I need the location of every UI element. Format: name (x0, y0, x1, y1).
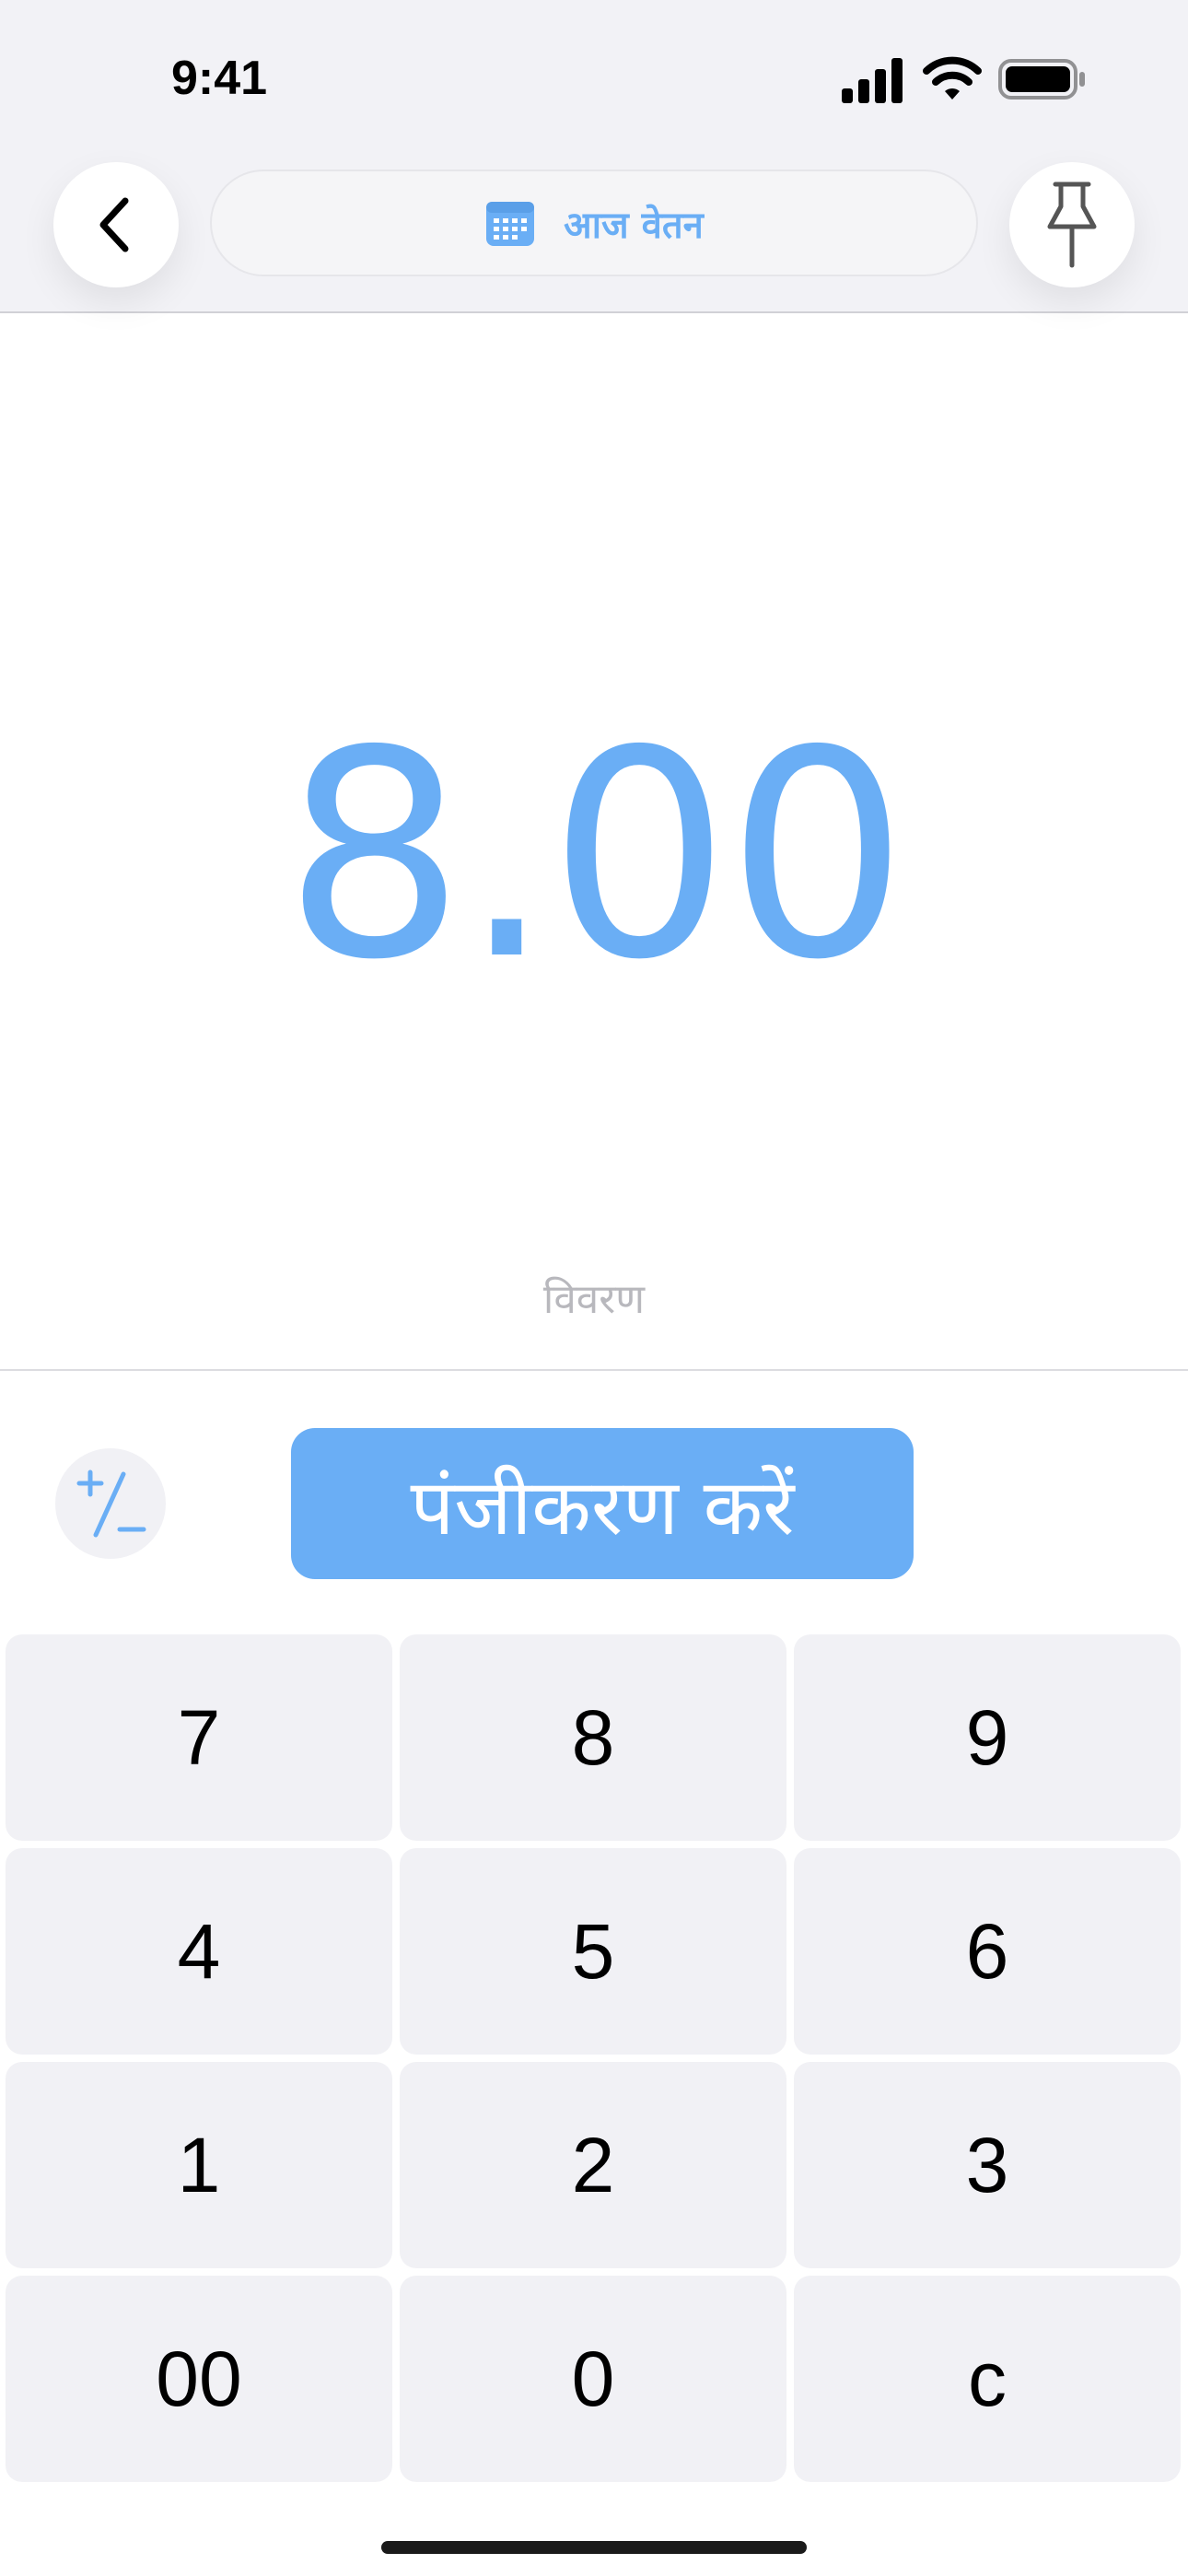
divider (0, 1369, 1188, 1371)
amount-display[interactable]: 8.00 (0, 700, 1188, 1013)
key-5[interactable]: 5 (400, 1848, 786, 2055)
status-icons (840, 55, 1087, 103)
plus-minus-icon (76, 1469, 146, 1538)
key-clear[interactable]: c (794, 2276, 1181, 2482)
cellular-signal-icon (842, 58, 903, 103)
key-7[interactable]: 7 (6, 1634, 392, 1841)
home-indicator[interactable] (381, 2541, 807, 2554)
calendar-icon (486, 202, 535, 246)
sign-toggle-button[interactable] (55, 1448, 166, 1559)
page-title: आज वेतन (564, 204, 704, 247)
key-8[interactable]: 8 (400, 1634, 786, 1841)
pushpin-icon (1047, 181, 1097, 268)
key-2[interactable]: 2 (400, 2062, 786, 2268)
key-3[interactable]: 3 (794, 2062, 1181, 2268)
top-bar: 9:41 आज वेतन (0, 0, 1188, 313)
numeric-keypad: 7 8 9 4 5 6 1 2 3 00 0 c (6, 1634, 1182, 2482)
status-time: 9:41 (171, 52, 268, 105)
date-title-pill[interactable]: आज वेतन (210, 170, 978, 276)
key-9[interactable]: 9 (794, 1634, 1181, 1841)
chevron-left-icon (99, 197, 129, 252)
back-button[interactable] (53, 162, 179, 287)
key-0[interactable]: 0 (400, 2276, 786, 2482)
key-6[interactable]: 6 (794, 1848, 1181, 2055)
pin-button[interactable] (1009, 162, 1135, 287)
register-button[interactable]: पंजीकरण करें (291, 1428, 914, 1579)
key-00[interactable]: 00 (6, 2276, 392, 2482)
wifi-icon (923, 56, 982, 100)
battery-icon (998, 59, 1085, 100)
key-1[interactable]: 1 (6, 2062, 392, 2268)
description-field[interactable]: विवरण (0, 1270, 1188, 1325)
key-4[interactable]: 4 (6, 1848, 392, 2055)
